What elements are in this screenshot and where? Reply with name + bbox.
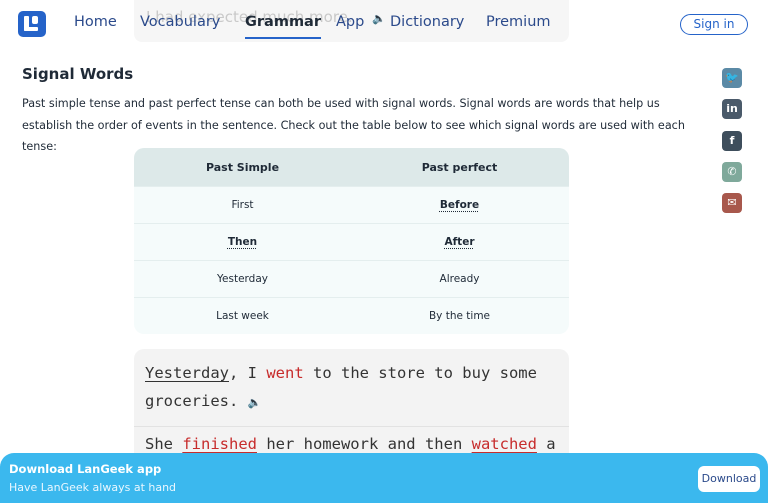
nav-home[interactable]: Home xyxy=(74,14,117,30)
table-cell: Yesterday xyxy=(217,273,268,285)
signal-words-table: Past Simple Past perfect First Before Th… xyxy=(134,148,569,334)
twitter-icon[interactable]: 🐦 xyxy=(722,68,742,88)
example-sentence-1: Yesterday, I went to the store to buy so… xyxy=(145,359,545,417)
main-content: Signal Words Past simple tense and past … xyxy=(0,55,700,469)
nav-dictionary[interactable]: Dictionary xyxy=(390,14,464,30)
nav-premium[interactable]: Premium xyxy=(486,14,551,30)
sign-in-button[interactable]: Sign in xyxy=(680,14,748,35)
word-link-yesterday[interactable]: Yesterday xyxy=(145,364,229,382)
highlight-finished: finished xyxy=(182,435,257,453)
nav-app[interactable]: App xyxy=(336,14,364,30)
header-past-simple: Past Simple xyxy=(205,160,280,174)
divider xyxy=(134,426,569,427)
word-link-before[interactable]: Before xyxy=(440,199,479,211)
highlight-went: went xyxy=(266,364,304,382)
email-icon[interactable]: ✉ xyxy=(722,193,742,213)
banner-title: Download LanGeek app xyxy=(9,462,161,476)
facebook-icon[interactable]: f xyxy=(722,131,742,151)
word-link-after[interactable]: After xyxy=(444,236,474,248)
download-button[interactable]: Download xyxy=(698,466,760,492)
speaker-icon[interactable]: 🔈 xyxy=(248,396,262,409)
table-row: First Before xyxy=(134,186,569,223)
linkedin-icon[interactable]: in xyxy=(722,99,742,119)
sentence-text: She xyxy=(145,435,183,453)
table-row: Yesterday Already xyxy=(134,260,569,297)
speaker-icon[interactable]: 🔈 xyxy=(372,12,386,25)
table-cell: Last week xyxy=(216,310,269,322)
download-app-banner: Download LanGeek app Have LanGeek always… xyxy=(0,453,768,503)
table-cell: First xyxy=(231,199,254,211)
section-title: Signal Words xyxy=(22,65,134,83)
highlight-watched: watched xyxy=(471,435,537,453)
table-row: Last week By the time xyxy=(134,297,569,334)
top-header: I had expected much more. 🔈 Home Vocabul… xyxy=(0,0,768,50)
word-link-then[interactable]: Then xyxy=(228,236,257,248)
sentence-text: her homework and then xyxy=(256,435,472,453)
table-header: Past Simple Past perfect xyxy=(134,148,569,186)
table-cell: Already xyxy=(439,273,480,285)
header-past-perfect: Past perfect xyxy=(421,160,498,174)
table-cell: By the time xyxy=(428,310,491,322)
banner-subtitle: Have LanGeek always at hand xyxy=(9,481,177,494)
langeek-logo[interactable] xyxy=(18,11,46,37)
nav-vocabulary[interactable]: Vocabulary xyxy=(140,14,220,30)
banner-title-text: Download LanGeek app xyxy=(9,462,162,476)
nav-grammar[interactable]: Grammar xyxy=(245,14,321,39)
sentence-text: a xyxy=(536,435,556,453)
whatsapp-icon[interactable]: ✆ xyxy=(722,162,742,182)
example-box: Yesterday, I went to the store to buy so… xyxy=(134,349,569,469)
example-sentence-2: She finished her homework and then watch… xyxy=(145,435,556,453)
sentence-text: , I xyxy=(229,364,267,382)
table-row: Then After xyxy=(134,223,569,260)
